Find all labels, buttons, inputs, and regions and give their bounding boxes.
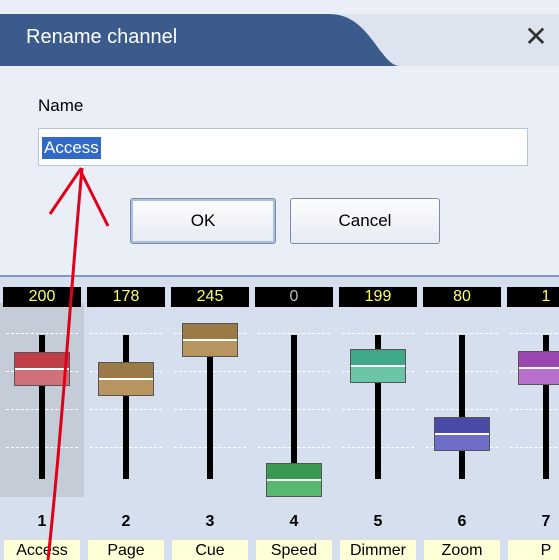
channel-value: 80 [423, 287, 501, 307]
channel-number: 1 [37, 513, 47, 530]
channel-strip-3[interactable]: 245 3 Cue [168, 275, 252, 560]
channel-name[interactable]: Cue [172, 539, 248, 560]
channel-number: 6 [457, 513, 467, 530]
channel-number: 7 [541, 513, 551, 530]
channel-name[interactable]: Speed [256, 539, 332, 560]
channel-value: 199 [339, 287, 417, 307]
rename-channel-dialog: Rename channel ✕ Name Access OK Cancel [0, 0, 559, 277]
fader-knob[interactable] [98, 362, 154, 396]
channel-number: 5 [373, 513, 383, 530]
fader-track [291, 335, 297, 479]
channel-value: 178 [87, 287, 165, 307]
name-input-value: Access [42, 137, 101, 159]
channel-number: 4 [289, 513, 299, 530]
close-icon[interactable]: ✕ [521, 22, 551, 52]
fader-knob[interactable] [182, 323, 238, 357]
fader-track [459, 335, 465, 479]
fader-track [123, 335, 129, 479]
channel-value: 0 [255, 287, 333, 307]
channel-value: 1 [507, 287, 559, 307]
channel-value: 200 [3, 287, 81, 307]
channel-strip-2[interactable]: 178 2 Page [84, 275, 168, 560]
name-label: Name [38, 96, 84, 115]
dialog-title: Rename channel [26, 26, 178, 48]
channel-name[interactable]: Page [88, 539, 164, 560]
channel-strip-4[interactable]: 0 4 Speed [252, 275, 336, 560]
ok-button[interactable]: OK [130, 198, 276, 244]
channel-number: 2 [121, 513, 131, 530]
channel-value: 245 [171, 287, 249, 307]
fader-knob[interactable] [14, 352, 70, 386]
cancel-button[interactable]: Cancel [290, 198, 440, 244]
fader-knob[interactable] [266, 463, 322, 497]
name-input[interactable]: Access [38, 128, 528, 166]
channel-number: 3 [205, 513, 215, 530]
channel-name[interactable]: P [508, 539, 559, 560]
channel-name[interactable]: Zoom [424, 539, 500, 560]
channel-name[interactable]: Access [4, 539, 80, 560]
fader-knob[interactable] [434, 417, 490, 451]
channel-strip-1[interactable]: 200 1 Access [0, 275, 84, 560]
channel-name[interactable]: Dimmer [340, 539, 416, 560]
dialog-titlebar[interactable]: Rename channel ✕ [0, 0, 559, 66]
channel-strip-7[interactable]: 1 7 P [504, 275, 559, 560]
fader-knob[interactable] [518, 351, 559, 385]
fader-console: 200 1 Access 178 2 Page 245 3 Cue 0 4 Sp… [0, 275, 559, 560]
channel-strip-6[interactable]: 80 6 Zoom [420, 275, 504, 560]
fader-knob[interactable] [350, 349, 406, 383]
channel-strip-5[interactable]: 199 5 Dimmer [336, 275, 420, 560]
